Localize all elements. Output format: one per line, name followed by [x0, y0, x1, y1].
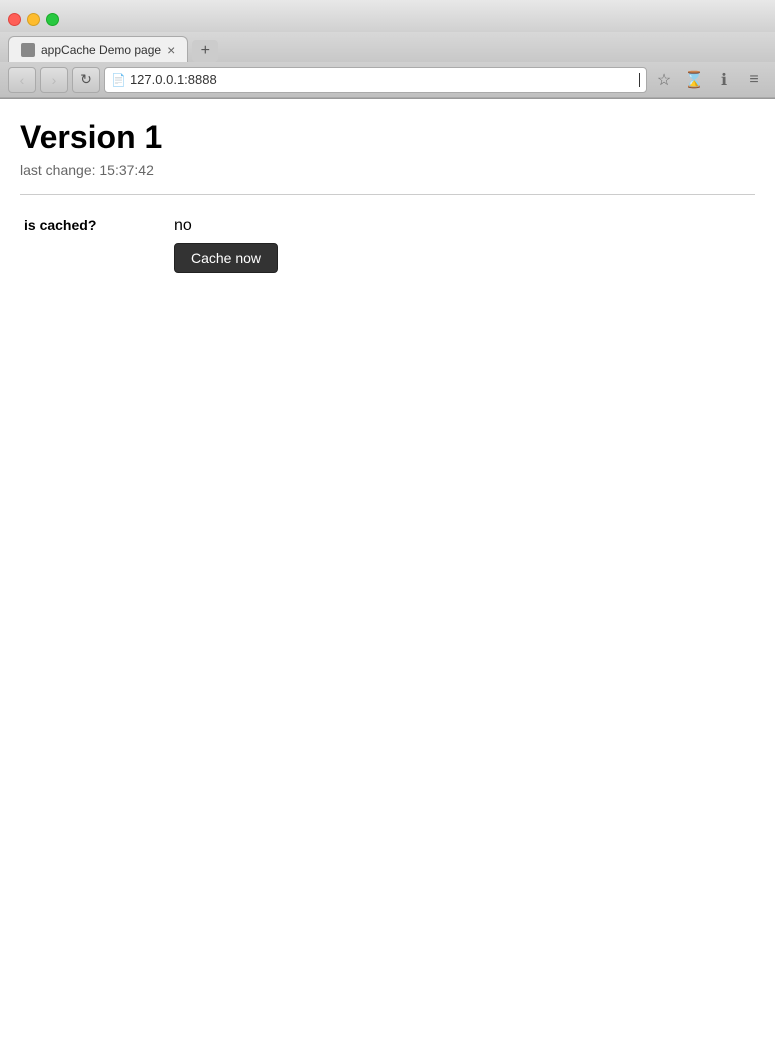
page-title: Version 1: [20, 119, 755, 156]
cache-table: is cached? no Cache now: [20, 211, 755, 279]
forward-icon: ›: [52, 72, 57, 88]
menu-icon: ≡: [749, 71, 758, 89]
cursor: [639, 73, 640, 87]
new-tab-button[interactable]: +: [192, 40, 218, 62]
info-icon: ℹ: [721, 70, 727, 90]
minimize-button[interactable]: [27, 13, 40, 26]
history-icon: ⌛: [684, 70, 704, 90]
maximize-button[interactable]: [46, 13, 59, 26]
info-button[interactable]: ℹ: [711, 67, 737, 93]
page-content: Version 1 last change: 15:37:42 is cache…: [0, 99, 775, 1037]
page-subtitle: last change: 15:37:42: [20, 162, 755, 178]
tabs-area: appCache Demo page × +: [0, 32, 775, 62]
toolbar-icons: ☆ ⌛ ℹ ≡: [651, 67, 767, 93]
history-button[interactable]: ⌛: [681, 67, 707, 93]
cache-now-button[interactable]: Cache now: [174, 243, 278, 273]
section-divider: [20, 194, 755, 195]
back-button[interactable]: ‹: [8, 67, 36, 93]
cache-status: no: [174, 217, 751, 235]
forward-button[interactable]: ›: [40, 67, 68, 93]
reload-icon: ↻: [80, 71, 92, 88]
tab-close-icon[interactable]: ×: [167, 43, 175, 57]
cache-cell: no Cache now: [170, 211, 755, 279]
browser-toolbar: ‹ › ↻ 📄 ☆ ⌛ ℹ ≡: [0, 62, 775, 98]
menu-button[interactable]: ≡: [741, 67, 767, 93]
address-input[interactable]: [130, 72, 635, 87]
active-tab[interactable]: appCache Demo page ×: [8, 36, 188, 62]
bookmark-button[interactable]: ☆: [651, 67, 677, 93]
page-icon: 📄: [111, 73, 126, 87]
tab-title: appCache Demo page: [41, 43, 161, 57]
title-bar: [0, 0, 775, 32]
reload-button[interactable]: ↻: [72, 67, 100, 93]
address-bar-container[interactable]: 📄: [104, 67, 647, 93]
window-controls: [8, 13, 59, 26]
back-icon: ‹: [20, 72, 25, 88]
bookmark-icon: ☆: [657, 70, 671, 90]
tab-favicon-icon: [21, 43, 35, 57]
cache-row: is cached? no Cache now: [20, 211, 755, 279]
browser-chrome: appCache Demo page × + ‹ › ↻ 📄 ☆ ⌛: [0, 0, 775, 99]
close-button[interactable]: [8, 13, 21, 26]
cache-label: is cached?: [20, 211, 170, 279]
